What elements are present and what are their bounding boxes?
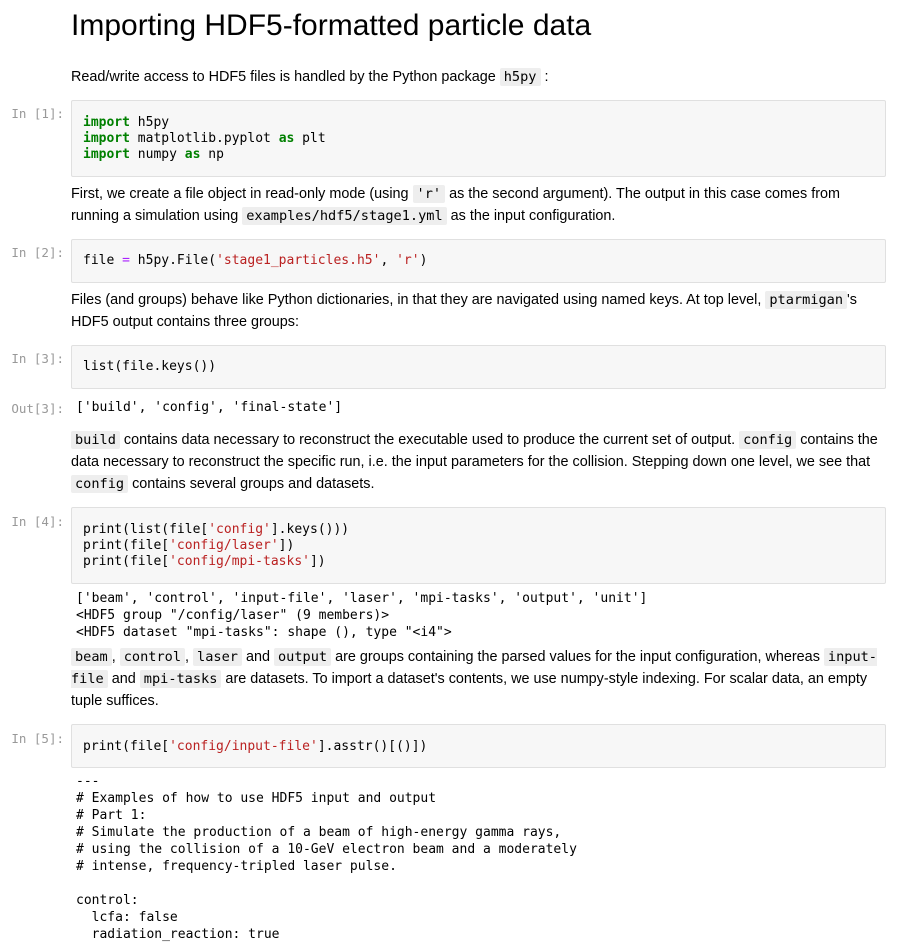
output-4: ['beam', 'control', 'input-file', 'laser… (76, 590, 647, 641)
code-cell-4-source[interactable]: print(list(file['config'].keys())) print… (83, 522, 349, 570)
cell-prompt-5: In [5]: (11, 731, 64, 746)
markdown-paragraph-4: beam, control, laser and output are grou… (71, 646, 886, 712)
kw: as (184, 147, 201, 162)
code: ]) (278, 538, 295, 553)
output-line: --- (76, 774, 100, 789)
code: print(file[ (83, 538, 170, 553)
cell-prompt-1: In [1]: (11, 106, 64, 121)
code-cell-2-source[interactable]: file = h5py.File('stage1_particles.h5', … (83, 253, 427, 269)
output-line: lcfa: false (76, 910, 178, 925)
text: as the input configuration. (446, 208, 616, 224)
cell-prompt-4: In [4]: (11, 514, 64, 529)
output-line: # Part 1: (76, 808, 147, 823)
code: plt (294, 131, 326, 146)
code: (file.keys()) (114, 359, 217, 374)
string: 'config/input-file' (169, 739, 318, 754)
markdown-paragraph-3: build contains data necessary to reconst… (71, 429, 886, 495)
code: ) (419, 253, 428, 268)
text: Files (and groups) behave like Python di… (71, 292, 766, 308)
code-cell-3[interactable]: list(file.keys()) (71, 345, 886, 389)
code-cell-4[interactable]: print(list(file['config'].keys())) print… (71, 507, 886, 584)
code: ].keys())) (270, 522, 350, 537)
code-cell-2[interactable]: file = h5py.File('stage1_particles.h5', … (71, 239, 886, 283)
code: print(file[ (83, 554, 170, 569)
code: numpy (129, 147, 185, 162)
output-line: # using the collision of a 10-GeV electr… (76, 842, 577, 857)
code-cell-5-source[interactable]: print(file['config/input-file'].asstr()[… (83, 739, 427, 755)
output-line: # Examples of how to use HDF5 input and … (76, 791, 437, 806)
output-5: --- # Examples of how to use HDF5 input … (76, 773, 577, 943)
code: np (200, 147, 224, 162)
markdown-paragraph-1: First, we create a file object in read-o… (71, 183, 886, 227)
code: matplotlib.pyplot (129, 131, 279, 146)
output-line: ['beam', 'control', 'input-file', 'laser… (76, 591, 648, 606)
inline-code-h5py: h5py (499, 68, 541, 86)
inline-code-control: control (119, 648, 186, 666)
text: First, we create a file object in read-o… (71, 186, 413, 202)
kw: import (83, 147, 130, 162)
code: ].asstr()[()]) (317, 739, 428, 754)
text: are groups containing the parsed values … (331, 649, 824, 665)
operator: = (122, 253, 130, 268)
code: ]) (309, 554, 326, 569)
inline-code-output: output (273, 648, 332, 666)
code: print(file[ (83, 739, 170, 754)
string: 'config' (208, 522, 271, 537)
text: contains data necessary to reconstruct t… (119, 432, 740, 448)
intro-text-end: : (544, 69, 549, 85)
kw: as (278, 131, 295, 146)
markdown-paragraph-2: Files (and groups) behave like Python di… (71, 289, 886, 333)
inline-code-r: 'r' (412, 185, 446, 203)
inline-code-stage1-yml: examples/hdf5/stage1.yml (242, 207, 447, 225)
kw: import (83, 131, 130, 146)
inline-code-build: build (71, 431, 120, 449)
kw: import (83, 115, 130, 130)
string: 'config/mpi-tasks' (169, 554, 310, 569)
inline-code-laser: laser (193, 648, 242, 666)
inline-code-config: config (71, 475, 129, 493)
output-line: # Simulate the production of a beam of h… (76, 825, 562, 840)
code: h5py (129, 115, 170, 130)
output-3: ['build', 'config', 'final-state'] (76, 400, 343, 415)
text: contains several groups and datasets. (128, 476, 375, 492)
inline-code-beam: beam (71, 648, 112, 666)
inline-code-config: config (739, 431, 797, 449)
string: 'config/laser' (169, 538, 279, 553)
cell-prompt-3: In [3]: (11, 351, 64, 366)
output-line: radiation_reaction: true (76, 927, 280, 942)
code-cell-1-source[interactable]: import h5py import matplotlib.pyplot as … (83, 115, 326, 163)
intro-paragraph: Read/write access to HDF5 files is handl… (71, 66, 886, 88)
output-line: # intense, frequency-tripled laser pulse… (76, 859, 397, 874)
output-line: <HDF5 dataset "mpi-tasks": shape (), typ… (76, 625, 452, 640)
string: 'stage1_particles.h5' (216, 253, 381, 268)
cell-prompt-2: In [2]: (11, 245, 64, 260)
code: file (83, 253, 123, 268)
code: print(list(file[ (83, 522, 209, 537)
text: , (185, 649, 194, 665)
code-cell-5[interactable]: print(file['config/input-file'].asstr()[… (71, 724, 886, 768)
code: list (83, 359, 115, 374)
inline-code-mpi-tasks: mpi-tasks (139, 670, 222, 688)
output-prompt-3: Out[3]: (11, 401, 64, 416)
code-cell-3-source[interactable]: list(file.keys()) (83, 359, 216, 375)
text: , (111, 649, 120, 665)
output-line: <HDF5 group "/config/laser" (9 members)> (76, 608, 390, 623)
inline-code-ptarmigan: ptarmigan (765, 291, 848, 309)
text: and (241, 649, 274, 665)
text: and (107, 671, 140, 687)
code-cell-1[interactable]: import h5py import matplotlib.pyplot as … (71, 100, 886, 177)
code: h5py.File( (129, 253, 217, 268)
code: , (380, 253, 397, 268)
output-line: control: (76, 893, 139, 908)
intro-text: Read/write access to HDF5 files is handl… (71, 69, 500, 85)
string: 'r' (396, 253, 420, 268)
notebook-title: Importing HDF5-formatted particle data (71, 9, 592, 42)
